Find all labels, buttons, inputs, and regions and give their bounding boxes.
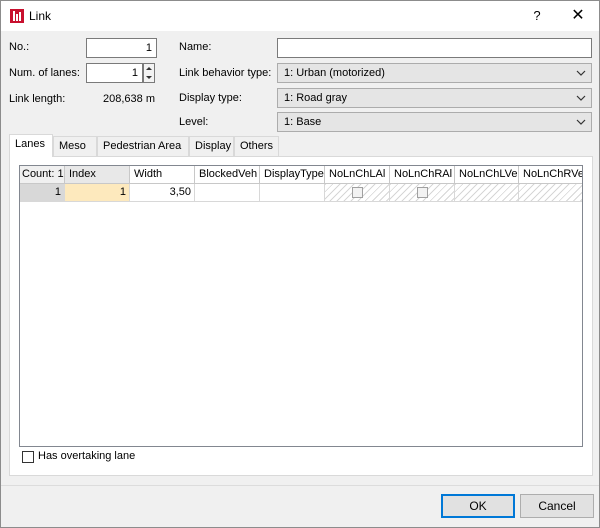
link-length-value: 208,638 m — [103, 93, 155, 105]
tab-others[interactable]: Others — [234, 136, 279, 156]
lanes-grid[interactable]: Count: 1 Index Width BlockedVeh DisplayT… — [19, 165, 583, 447]
column-header-nolnchlve[interactable]: NoLnChLVe — [455, 166, 519, 184]
cell-blockedveh[interactable] — [195, 184, 260, 202]
link-length-label: Link length: — [9, 93, 66, 105]
column-header-nolnchrve[interactable]: NoLnChRVe — [519, 166, 582, 184]
title-bar: Link ? ✕ — [1, 1, 599, 31]
cell-nolnchral — [390, 184, 455, 202]
column-header-width[interactable]: Width — [130, 166, 195, 184]
column-header-nolnchral[interactable]: NoLnChRAl — [390, 166, 455, 184]
column-header-index[interactable]: Index — [65, 166, 130, 184]
help-button[interactable]: ? — [527, 7, 547, 25]
cell-nolnchlve — [455, 184, 519, 202]
level-value: 1: Base — [284, 116, 322, 128]
cell-displaytype[interactable] — [260, 184, 325, 202]
cell-index[interactable]: 1 — [65, 184, 130, 202]
nolnchral-checkbox — [417, 187, 428, 198]
num-lanes-field[interactable]: 1 — [86, 63, 143, 83]
link-behavior-type-select[interactable]: 1: Urban (motorized) — [277, 63, 592, 83]
link-behavior-type-label: Link behavior type: — [179, 67, 272, 79]
column-header-blockedveh[interactable]: BlockedVeh — [195, 166, 260, 184]
display-type-select[interactable]: 1: Road gray — [277, 88, 592, 108]
tab-pedestrian-area[interactable]: Pedestrian Area — [97, 136, 189, 156]
num-lanes-label: Num. of lanes: — [9, 67, 80, 79]
cell-nolnchrve — [519, 184, 582, 202]
cell-width[interactable]: 3,50 — [130, 184, 195, 202]
nolnchlal-checkbox — [352, 187, 363, 198]
row-header[interactable]: 1 — [20, 184, 65, 202]
app-logo-icon — [10, 9, 24, 23]
name-field[interactable] — [277, 38, 592, 58]
column-header-displaytype[interactable]: DisplayType — [260, 166, 325, 184]
chevron-down-icon — [576, 119, 586, 125]
column-header-nolnchlal[interactable]: NoLnChLAl — [325, 166, 390, 184]
ok-button[interactable]: OK — [441, 494, 515, 518]
link-behavior-type-value: 1: Urban (motorized) — [284, 67, 385, 79]
spin-down-icon[interactable] — [144, 73, 154, 82]
display-type-value: 1: Road gray — [284, 92, 347, 104]
num-lanes-spinner[interactable] — [143, 63, 155, 83]
close-button[interactable]: ✕ — [567, 6, 589, 26]
tab-lanes[interactable]: Lanes — [9, 134, 53, 157]
cell-nolnchlal — [325, 184, 390, 202]
count-header[interactable]: Count: 1 — [20, 166, 65, 184]
level-select[interactable]: 1: Base — [277, 112, 592, 132]
chevron-down-icon — [576, 95, 586, 101]
tab-display[interactable]: Display — [189, 136, 234, 156]
has-overtaking-lane-checkbox[interactable] — [22, 451, 34, 463]
footer-divider — [1, 485, 599, 486]
no-field[interactable]: 1 — [86, 38, 157, 58]
tab-meso[interactable]: Meso — [53, 136, 97, 156]
link-dialog: Link ? ✕ No.: 1 Num. of lanes: 1 Link le… — [0, 0, 600, 528]
lanes-tab-panel: Count: 1 Index Width BlockedVeh DisplayT… — [9, 156, 593, 476]
has-overtaking-lane-label: Has overtaking lane — [38, 450, 136, 462]
cancel-button[interactable]: Cancel — [520, 494, 594, 518]
display-type-label: Display type: — [179, 92, 242, 104]
no-label: No.: — [9, 41, 30, 53]
chevron-down-icon — [576, 70, 586, 76]
name-label: Name: — [179, 41, 212, 53]
spin-up-icon[interactable] — [144, 64, 154, 73]
level-label: Level: — [179, 116, 209, 128]
window-title: Link — [29, 9, 52, 23]
